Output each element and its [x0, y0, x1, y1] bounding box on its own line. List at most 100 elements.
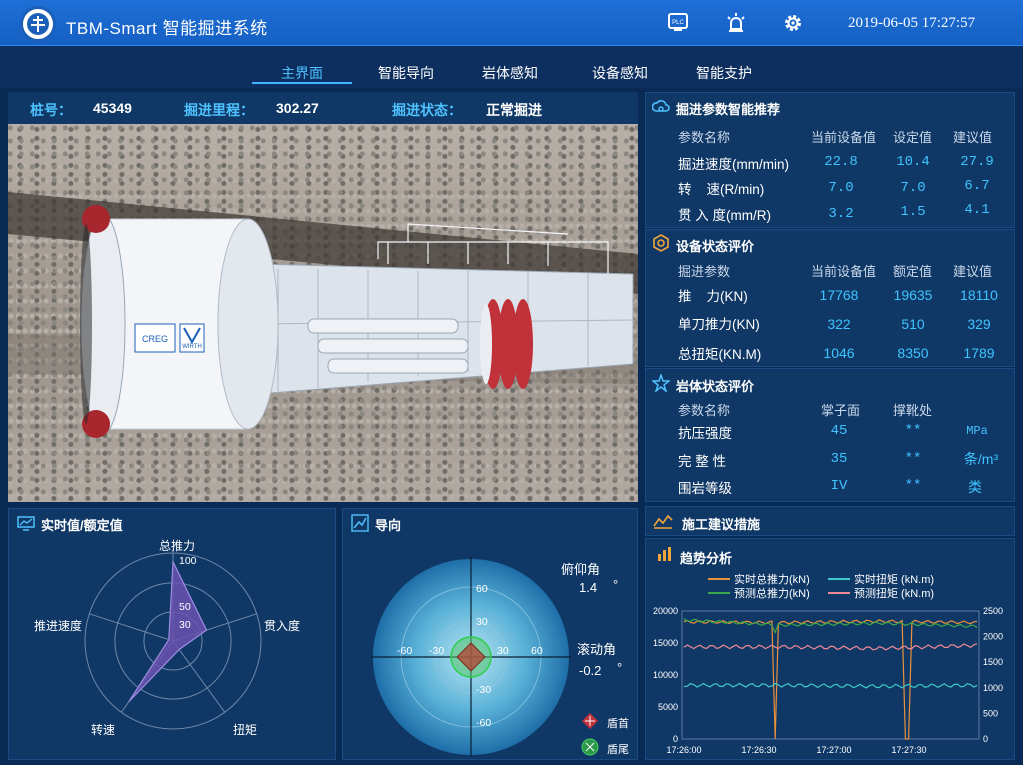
radar-spoke [89, 613, 174, 642]
device-status-panel: 设备状态评价 掘进参数 当前设备值 额定值 建议值 推 力(KN) 17768 … [645, 229, 1015, 367]
col-header: 参数名称 [678, 403, 731, 418]
y-right-tick: 2000 [983, 632, 1003, 642]
legend-tail: 盾尾 [607, 744, 629, 756]
tbm-illustration: CREG WIRTH [8, 192, 638, 438]
tab-rock-sense[interactable]: 岩体感知 [460, 63, 560, 83]
shoe-value: ** [904, 423, 922, 439]
col-header: 当前设备值 [811, 264, 877, 279]
col-header: 掌子面 [821, 403, 861, 418]
col-header: 设定值 [893, 130, 933, 145]
panel-title: 施工建议措施 [682, 517, 761, 532]
face-value: 45 [830, 423, 848, 439]
line-chart-icon [652, 512, 673, 530]
tab-device-sense[interactable]: 设备感知 [570, 63, 670, 83]
current-value: 3.2 [828, 206, 854, 222]
series-line [683, 682, 978, 689]
settings-icon[interactable] [782, 12, 806, 34]
col-header: 建议值 [953, 130, 993, 145]
state-label: 掘进状态： [392, 102, 462, 118]
current-value: 322 [827, 316, 851, 332]
plc-icon[interactable]: PLC [667, 12, 691, 34]
series-line [683, 643, 978, 651]
row-name: 掘进速度(mm/min) [678, 157, 789, 172]
row-name: 围岩等级 [678, 481, 732, 496]
radar-spoke [172, 640, 226, 713]
radar-tick: 50 [179, 601, 191, 613]
col-header: 撑靴处 [893, 403, 933, 418]
current-value: 17768 [819, 287, 859, 303]
roll-unit: ° [617, 660, 623, 675]
current-value: 1046 [823, 345, 855, 361]
main-nav: 主界面 智能导向 岩体感知 设备感知 智能支护 [0, 46, 1023, 88]
legend-label: 实时总推力(kN) [734, 572, 810, 586]
rated-value: 19635 [893, 287, 933, 303]
pile-value: 45349 [93, 100, 132, 116]
guide-panel: 导向 -60 -30 30 60 60 30 -30 -60 俯仰角 1.4 °… [342, 508, 638, 760]
roll-value: -0.2 [579, 663, 602, 678]
x-tick: 17:27:00 [816, 745, 851, 755]
hexagon-gear-icon [652, 234, 670, 252]
row-name: 抗压强度 [678, 426, 732, 441]
y-right-tick: 1000 [983, 683, 1003, 693]
advice-value: 1789 [963, 345, 995, 361]
y-left-tick: 20000 [653, 606, 678, 616]
plot-frame [681, 610, 980, 740]
legend-label: 实时扭矩 (kN.m) [854, 572, 934, 586]
row-name: 总扭矩(KN.M) [678, 347, 762, 362]
trend-chart: 实时总推力(kN) 实时扭矩 (kN.m) 预测总推力(kN) 预测扭矩 (kN.m)… [653, 572, 1003, 755]
roll-label: 滚动角 [577, 642, 617, 657]
face-value: 35 [830, 451, 848, 467]
legend-head: 盾首 [607, 718, 629, 730]
radar-panel: 实时值/额定值 总推力 贯入度 扭矩 转速 推进速度 100 50 30 [8, 508, 336, 760]
mileage-value: 302.27 [276, 100, 319, 116]
cloud-gear-icon [651, 98, 670, 116]
guide-tick: -30 [429, 645, 445, 657]
tab-smart-support[interactable]: 智能支护 [674, 63, 774, 83]
tbm-3d-view[interactable]: CREG WIRTH [8, 124, 638, 502]
radar-tick: 30 [179, 619, 191, 631]
radar-tick: 100 [179, 555, 197, 567]
pitch-unit: ° [613, 577, 619, 592]
x-tick: 17:26:30 [741, 745, 776, 755]
unit-value: 条/m³ [963, 451, 999, 467]
col-header: 建议值 [953, 264, 993, 279]
brand-label-wirth: WIRTH [182, 344, 202, 350]
row-name: 贯 入 度(mm/R) [678, 208, 771, 223]
shoe-value: ** [904, 451, 922, 467]
guide-tick: -60 [397, 645, 413, 657]
guide-tick: 30 [476, 616, 488, 628]
star-icon [650, 372, 672, 394]
guide-tick: 30 [497, 645, 509, 657]
y-right-tick: 2500 [983, 606, 1003, 616]
svg-text:PLC: PLC [672, 20, 684, 26]
tail-marker-icon [581, 738, 599, 756]
advice-value: 18110 [960, 287, 998, 303]
col-header: 参数名称 [678, 130, 731, 145]
series-line [683, 619, 978, 740]
param-recommend-panel: 掘进参数智能推荐 参数名称 当前设备值 设定值 建议值 掘进速度(mm/min)… [645, 92, 1015, 228]
row-name: 单刀推力(KN) [678, 317, 760, 332]
row-name: 完 整 性 [678, 454, 727, 469]
tab-main[interactable]: 主界面 [252, 63, 352, 83]
pile-label: 桩号： [30, 102, 72, 118]
current-value: 22.8 [824, 154, 858, 170]
advice-panel: 施工建议措施 [645, 506, 1015, 536]
shoe-value: ** [904, 478, 922, 494]
tab-smart-guide[interactable]: 智能导向 [356, 63, 456, 83]
creg-logo [20, 6, 56, 42]
col-header: 当前设备值 [811, 130, 877, 145]
rock-status-panel: 岩体状态评价 参数名称 掌子面 撑靴处 抗压强度 45 ** MPa 完 整 性… [645, 368, 1015, 502]
legend-label: 预测扭矩 (kN.m) [854, 586, 934, 600]
app-title: TBM-Smart 智能掘进系统 [66, 19, 268, 38]
guide-tick: -30 [476, 684, 492, 696]
y-left-tick: 10000 [653, 670, 678, 680]
active-tab-indicator [252, 82, 352, 84]
unit-value: MPa [966, 424, 988, 438]
state-value: 正常掘进 [486, 102, 542, 118]
current-value: 7.0 [828, 180, 854, 196]
y-left-tick: 15000 [653, 638, 678, 648]
x-tick: 17:27:30 [891, 745, 926, 755]
panel-title: 设备状态评价 [676, 239, 755, 254]
alarm-icon[interactable] [725, 12, 749, 34]
col-header: 额定值 [893, 264, 933, 279]
